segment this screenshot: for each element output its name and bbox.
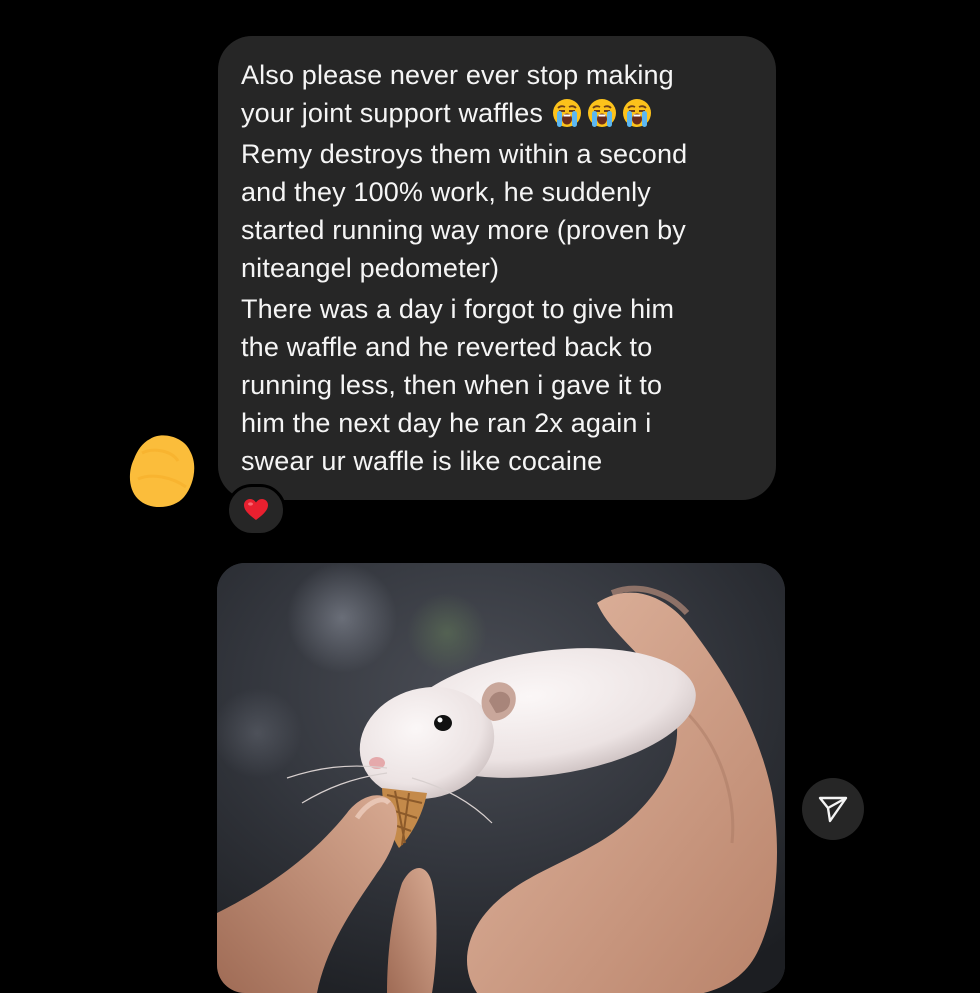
heart-reaction[interactable] bbox=[226, 484, 286, 536]
message-bubble[interactable]: Also please never ever stop making your … bbox=[218, 36, 776, 500]
message-paragraph-1: Also please never ever stop making your … bbox=[241, 56, 756, 132]
loudly-crying-face-icon bbox=[553, 99, 582, 127]
photo-attachment[interactable] bbox=[217, 563, 785, 993]
share-button[interactable] bbox=[802, 778, 864, 840]
paper-plane-icon bbox=[818, 796, 848, 823]
hamster-photo bbox=[217, 563, 785, 993]
loudly-crying-face-icon bbox=[623, 99, 652, 127]
loudly-crying-face-icon bbox=[588, 99, 617, 127]
red-heart-icon bbox=[244, 499, 268, 520]
redacted-avatar bbox=[129, 435, 195, 508]
message-paragraph-3: There was a day i forgot to give him the… bbox=[241, 294, 675, 476]
message-paragraph-2: Remy destroys them within a second and t… bbox=[241, 139, 688, 283]
